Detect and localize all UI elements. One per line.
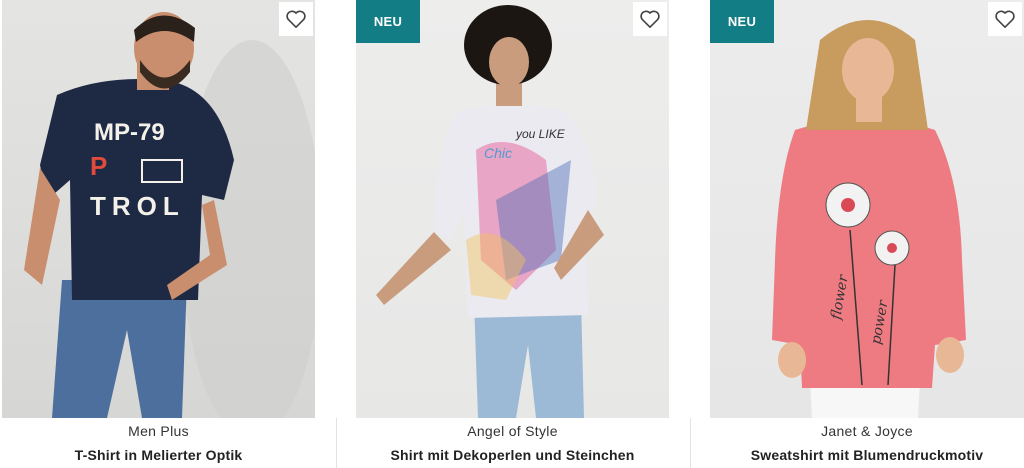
shirt-print-2: you LIKE (515, 127, 566, 141)
product-grid: MP-79 P TROL Men Plus T-Shirt in Meliert… (0, 0, 1024, 468)
wishlist-button[interactable] (633, 2, 667, 36)
wishlist-button[interactable] (988, 2, 1022, 36)
product-card-men-plus[interactable]: MP-79 P TROL Men Plus T-Shirt in Meliert… (2, 0, 315, 468)
product-card-angel-of-style[interactable]: Chic you LIKE NEU Angel of Style Shirt m… (356, 0, 669, 468)
product-brand[interactable]: Janet & Joyce (710, 423, 1024, 439)
product-brand[interactable]: Men Plus (2, 423, 315, 439)
heart-outline-icon (995, 10, 1015, 28)
product-brand[interactable]: Angel of Style (356, 423, 669, 439)
new-badge: NEU (710, 0, 774, 43)
card-divider (690, 418, 691, 468)
model-photo-illustration: flower power (772, 20, 966, 418)
model-photo-illustration: Chic you LIKE (376, 5, 604, 418)
new-badge: NEU (356, 0, 420, 43)
shirt-print-1: Chic (484, 145, 512, 161)
product-title[interactable]: Shirt mit Dekoperlen und Steinchen (356, 447, 669, 463)
heart-outline-icon (640, 10, 660, 28)
card-divider (336, 418, 337, 468)
product-image[interactable]: Chic you LIKE (356, 0, 669, 418)
product-image[interactable]: flower power (710, 0, 1024, 418)
product-card-janet-joyce[interactable]: flower power NEU Janet & Joyce Sweatshir… (710, 0, 1024, 468)
wishlist-button[interactable] (279, 2, 313, 36)
shirt-print-1: MP-79 (94, 119, 165, 146)
shirt-print-2: P (90, 151, 107, 181)
shirt-print-3: TROL (90, 191, 185, 221)
product-title[interactable]: Sweatshirt mit Blumendruckmotiv (710, 447, 1024, 463)
heart-outline-icon (286, 10, 306, 28)
product-image[interactable]: MP-79 P TROL (2, 0, 315, 418)
model-photo-illustration: MP-79 P TROL (24, 12, 315, 418)
product-title[interactable]: T-Shirt in Melierter Optik (2, 447, 315, 463)
